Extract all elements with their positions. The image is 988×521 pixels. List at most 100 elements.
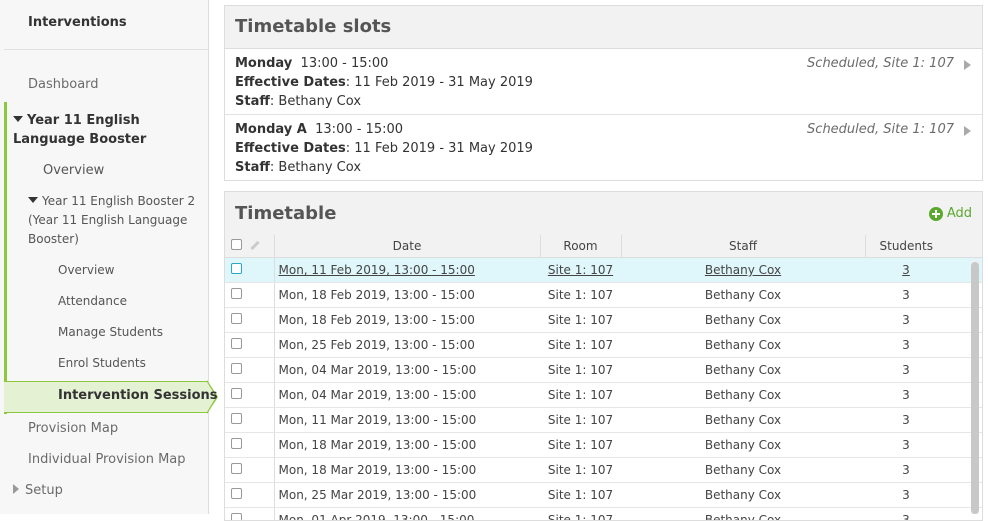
row-staff: Bethany Cox bbox=[705, 463, 781, 477]
row-room: Site 1: 107 bbox=[548, 488, 613, 502]
row-date: Mon, 04 Mar 2019, 13:00 - 15:00 bbox=[279, 388, 477, 402]
column-header-students[interactable]: Students bbox=[865, 235, 947, 258]
row-date: Mon, 18 Mar 2019, 13:00 - 15:00 bbox=[279, 438, 477, 452]
row-room: Site 1: 107 bbox=[548, 513, 613, 521]
sidebar-title: Interventions bbox=[28, 15, 127, 30]
row-checkbox[interactable] bbox=[231, 413, 242, 424]
row-room: Site 1: 107 bbox=[548, 313, 613, 327]
sidebar-item-individual-provision-map[interactable]: Individual Provision Map bbox=[28, 450, 186, 469]
sidebar-item-manage-students[interactable]: Manage Students bbox=[58, 323, 163, 342]
table-row[interactable]: Mon, 25 Feb 2019, 13:00 - 15:00Site 1: 1… bbox=[225, 333, 983, 358]
sidebar-item-overview[interactable]: Overview bbox=[58, 261, 115, 280]
row-checkbox[interactable] bbox=[231, 513, 242, 521]
row-staff: Bethany Cox bbox=[705, 438, 781, 452]
row-students[interactable]: 3 bbox=[902, 263, 910, 277]
chevron-right-icon[interactable] bbox=[964, 126, 971, 136]
sidebar-active-label: Intervention Sessions bbox=[58, 388, 218, 403]
table-row[interactable]: Mon, 04 Mar 2019, 13:00 - 15:00Site 1: 1… bbox=[225, 358, 983, 383]
table-row[interactable]: Mon, 25 Mar 2019, 13:00 - 15:00 Site 1: 1… bbox=[225, 483, 983, 508]
slot-staff-label: Staff bbox=[235, 160, 270, 175]
row-date: Mon, 18 Feb 2019, 13:00 - 15:00 bbox=[279, 288, 475, 302]
row-staff: Bethany Cox bbox=[705, 288, 781, 302]
table-row[interactable]: Mon, 11 Mar 2019, 13:00 - 15:00 Site 1: 1… bbox=[225, 408, 983, 433]
add-button[interactable]: Add bbox=[929, 206, 972, 221]
row-date: Mon, 25 Feb 2019, 13:00 - 15:00 bbox=[279, 338, 475, 352]
row-room: Site 1: 107 bbox=[548, 413, 613, 427]
row-students: 3 bbox=[902, 313, 910, 327]
sidebar: Interventions Dashboard Year 11 English … bbox=[0, 0, 209, 514]
divider bbox=[4, 49, 208, 50]
sidebar-item-group-overview[interactable]: Overview bbox=[43, 161, 104, 180]
row-room[interactable]: Site 1: 107 bbox=[548, 263, 613, 277]
row-date: Mon, 11 Mar 2019, 13:00 - 15:00 bbox=[279, 413, 477, 427]
sidebar-item-dashboard[interactable]: Dashboard bbox=[28, 75, 99, 94]
chevron-right-icon[interactable] bbox=[13, 484, 19, 494]
slot-dates: : 11 Feb 2019 - 31 May 2019 bbox=[346, 75, 533, 90]
row-date: Mon, 18 Mar 2019, 13:00 - 15:00 bbox=[279, 463, 477, 477]
slot-dates-label: Effective Dates bbox=[235, 75, 346, 90]
row-staff[interactable]: Bethany Cox bbox=[705, 263, 781, 277]
row-students: 3 bbox=[902, 338, 910, 352]
slot-status: Scheduled, Site 1: 107 bbox=[807, 122, 954, 137]
slot-item[interactable]: Monday A 13:00 - 15:00 Effective Dates: … bbox=[225, 115, 982, 181]
sidebar-item-attendance[interactable]: Attendance bbox=[58, 292, 127, 311]
row-date: Mon, 25 Mar 2019, 13:00 - 15:00 bbox=[279, 488, 477, 502]
row-checkbox[interactable] bbox=[231, 338, 242, 349]
chevron-down-icon[interactable] bbox=[28, 197, 38, 203]
sidebar-item-enrol-students[interactable]: Enrol Students bbox=[58, 354, 146, 373]
scrollbar-thumb[interactable] bbox=[971, 262, 979, 514]
slot-day: Monday A bbox=[235, 122, 307, 137]
row-checkbox[interactable] bbox=[231, 313, 242, 324]
table-body: Mon, 11 Feb 2019, 13:00 - 15:00 Site 1: 1… bbox=[225, 258, 983, 521]
timetable-title: Timetable bbox=[225, 192, 982, 235]
timetable-slots-title: Timetable slots bbox=[225, 6, 982, 49]
row-staff: Bethany Cox bbox=[705, 513, 781, 521]
row-checkbox[interactable] bbox=[231, 263, 242, 274]
row-checkbox[interactable] bbox=[231, 463, 242, 474]
row-checkbox[interactable] bbox=[231, 488, 242, 499]
table-row[interactable]: Mon, 18 Feb 2019, 13:00 - 15:00 Site 1: 1… bbox=[225, 283, 983, 308]
row-room: Site 1: 107 bbox=[548, 463, 613, 477]
row-students: 3 bbox=[902, 388, 910, 402]
sidebar-item-group[interactable]: Year 11 English Language Booster bbox=[13, 111, 198, 149]
row-checkbox[interactable] bbox=[231, 288, 242, 299]
column-header-date[interactable]: Date bbox=[274, 235, 540, 258]
select-all-checkbox[interactable] bbox=[231, 239, 242, 250]
sidebar-group-label: Year 11 English Language Booster bbox=[13, 113, 146, 147]
table-row[interactable]: Mon, 04 Mar 2019, 13:00 - 15:00 Site 1: 1… bbox=[225, 383, 983, 408]
row-checkbox[interactable] bbox=[231, 363, 242, 374]
slot-status: Scheduled, Site 1: 107 bbox=[807, 56, 954, 71]
chevron-right-icon[interactable] bbox=[964, 60, 971, 70]
row-students: 3 bbox=[902, 438, 910, 452]
row-students: 3 bbox=[902, 513, 910, 521]
row-staff: Bethany Cox bbox=[705, 488, 781, 502]
column-header-staff[interactable]: Staff bbox=[621, 235, 865, 258]
row-checkbox[interactable] bbox=[231, 388, 242, 399]
slot-dates: : 11 Feb 2019 - 31 May 2019 bbox=[346, 141, 533, 156]
table-row[interactable]: Mon, 18 Mar 2019, 13:00 - 15:00Site 1: 1… bbox=[225, 433, 983, 458]
row-date[interactable]: Mon, 11 Feb 2019, 13:00 - 15:00 bbox=[279, 263, 475, 277]
row-staff: Bethany Cox bbox=[705, 338, 781, 352]
slot-staff: : Bethany Cox bbox=[270, 160, 361, 175]
sidebar-item-provision-map[interactable]: Provision Map bbox=[28, 419, 118, 438]
row-checkbox[interactable] bbox=[231, 438, 242, 449]
row-room: Site 1: 107 bbox=[548, 363, 613, 377]
chevron-down-icon[interactable] bbox=[13, 116, 23, 122]
table-row[interactable]: Mon, 11 Feb 2019, 13:00 - 15:00 Site 1: 1… bbox=[225, 258, 983, 283]
slot-item[interactable]: Monday 13:00 - 15:00 Effective Dates: 11… bbox=[225, 49, 982, 115]
row-students: 3 bbox=[902, 413, 910, 427]
timetable-slots-panel: Timetable slots Monday 13:00 - 15:00 Eff… bbox=[224, 5, 983, 181]
table-row[interactable]: Mon, 18 Feb 2019, 13:00 - 15:00Site 1: 1… bbox=[225, 308, 983, 333]
sidebar-item-subgroup[interactable]: Year 11 English Booster 2 (Year 11 Engli… bbox=[28, 192, 198, 249]
timetable-panel: Timetable Add Date Room Staff Students M… bbox=[224, 191, 983, 521]
add-label: Add bbox=[947, 206, 972, 221]
column-header-room[interactable]: Room bbox=[540, 235, 621, 258]
table-row[interactable]: Mon, 18 Mar 2019, 13:00 - 15:00 Site 1: 1… bbox=[225, 458, 983, 483]
row-staff: Bethany Cox bbox=[705, 313, 781, 327]
sidebar-item-setup[interactable]: Setup bbox=[13, 481, 63, 500]
row-room: Site 1: 107 bbox=[548, 288, 613, 302]
row-room: Site 1: 107 bbox=[548, 388, 613, 402]
timetable-table: Date Room Staff Students Mon, 11 Feb 201… bbox=[225, 235, 983, 521]
row-date: Mon, 01 Apr 2019, 13:00 - 15:00 bbox=[279, 513, 475, 521]
table-row[interactable]: Mon, 01 Apr 2019, 13:00 - 15:00 Site 1: 1… bbox=[225, 508, 983, 521]
